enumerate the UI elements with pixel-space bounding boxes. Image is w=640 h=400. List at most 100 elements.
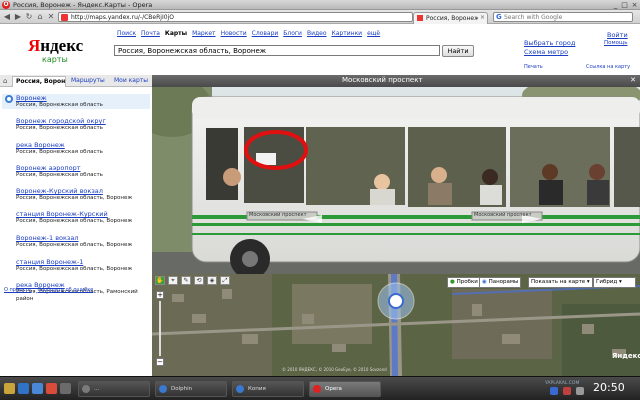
- fullscreen-tool-icon[interactable]: ⤢: [220, 276, 230, 285]
- print-link[interactable]: Печать: [524, 64, 543, 70]
- nav-link[interactable]: Поиск: [117, 30, 136, 37]
- left-panel-footer: О проекте Сообщить об ошибке: [4, 287, 93, 293]
- result-subtitle: Россия, Воронежская область: [16, 172, 103, 178]
- yandex-map-logo: Яндекс: [612, 352, 640, 360]
- zoom-out-button[interactable]: −: [156, 358, 164, 366]
- web-search-box[interactable]: G: [493, 12, 633, 22]
- address-url[interactable]: http://maps.yandex.ru/-/CBeRjI0jO: [71, 13, 174, 22]
- report-error-link[interactable]: Сообщить об ошибке: [37, 287, 93, 293]
- tab-routes[interactable]: Маршруты: [68, 76, 108, 87]
- result-title[interactable]: станция Воронеж-1: [16, 258, 152, 266]
- bus-sign-right: Московский проспект: [474, 212, 532, 218]
- show-on-map-dropdown[interactable]: Показать на карте ▾: [528, 277, 593, 288]
- login-link[interactable]: Войти: [607, 31, 628, 39]
- list-item[interactable]: Воронеж аэропорт Россия, Воронежская обл…: [16, 164, 152, 179]
- placemark-tool-icon[interactable]: ◈: [207, 276, 217, 285]
- list-item[interactable]: станция Воронеж-Курский Россия, Воронежс…: [16, 210, 152, 225]
- help-link[interactable]: Помощь: [604, 40, 627, 46]
- stop-icon[interactable]: ✕: [46, 12, 56, 22]
- ruler-tool-icon[interactable]: ✎: [181, 276, 191, 285]
- yandex-logo[interactable]: Яндекс карты: [28, 36, 83, 64]
- logo-letter: Я: [28, 36, 41, 55]
- list-item[interactable]: река Воронеж Россия, Воронежская область: [16, 141, 152, 156]
- start-menu-icon[interactable]: [4, 383, 15, 394]
- nav-link[interactable]: Новости: [221, 30, 247, 37]
- result-title[interactable]: Воронеж аэропорт: [16, 164, 152, 172]
- address-bar[interactable]: http://maps.yandex.ru/-/CBeRjI0jO: [58, 12, 413, 22]
- taskbar-item-terminal[interactable]: …: [78, 381, 150, 397]
- taskbar-item-copy[interactable]: Копия: [232, 381, 304, 397]
- home-icon[interactable]: ⌂: [35, 12, 45, 22]
- close-window-button[interactable]: ×: [630, 1, 639, 9]
- map-link[interactable]: Ссылка на карту: [586, 64, 630, 70]
- result-title[interactable]: Воронеж-Курский вокзал: [16, 187, 152, 195]
- nav-link[interactable]: Почта: [141, 30, 160, 37]
- list-item[interactable]: станция Воронеж-1 Россия, Воронежская об…: [16, 258, 152, 273]
- map-toolbar: ✋ ⌖ ✎ ⟲ ◈ ⤢ ● Пробки ◉ Панорамы Показать…: [152, 274, 640, 288]
- panoramas-toggle[interactable]: ◉ Панорамы: [479, 277, 522, 288]
- chevron-down-icon: ▾: [586, 279, 590, 285]
- nav-link[interactable]: Картинки: [332, 30, 363, 37]
- yandex-services-nav: Поиск Почта Карты Маркет Новости Словари Блоги…: [117, 30, 385, 37]
- result-title[interactable]: станция Воронеж-Курский: [16, 210, 152, 218]
- location-marker-icon: [5, 95, 13, 103]
- site-favicon-icon: [61, 14, 68, 21]
- list-item[interactable]: Воронеж-1 вокзал Россия, Воронежская обл…: [16, 234, 152, 249]
- forward-icon[interactable]: ▶: [13, 12, 23, 22]
- list-item[interactable]: Воронеж-Курский вокзал Россия, Воронежск…: [16, 187, 152, 202]
- taskbar-item-dolphin[interactable]: Dolphin: [155, 381, 227, 397]
- metro-scheme-link[interactable]: Схема метро: [524, 48, 568, 56]
- list-item[interactable]: Воронеж Россия, Воронежская область: [2, 94, 150, 109]
- list-item[interactable]: Воронеж городской округ Россия, Воронежс…: [16, 117, 152, 132]
- nav-link[interactable]: Словари: [252, 30, 279, 37]
- back-icon[interactable]: ◀: [2, 12, 12, 22]
- maximize-button[interactable]: □: [620, 1, 629, 9]
- hand-tool-icon[interactable]: ✋: [155, 276, 165, 285]
- clock[interactable]: 20:50: [593, 381, 625, 394]
- taskbar-item-opera[interactable]: Opera: [309, 381, 381, 397]
- launcher-icon[interactable]: [18, 383, 29, 394]
- street-panorama[interactable]: Московский проспект Московский проспект: [152, 87, 640, 274]
- nav-link[interactable]: Видео: [307, 30, 327, 37]
- panorama-title: Московский проспект: [342, 76, 423, 84]
- close-panorama-icon[interactable]: ✕: [630, 76, 636, 84]
- find-button[interactable]: Найти: [442, 45, 474, 57]
- launcher-icon[interactable]: [32, 383, 43, 394]
- panorama-icon: ◉: [482, 279, 487, 285]
- left-panel-tabs: ⌂ Россия, Воронеж Маршруты Мои карты: [0, 75, 152, 87]
- choose-city-link[interactable]: Выбрать город: [524, 39, 575, 47]
- satellite-map[interactable]: + − Яндекс © 2010 ЯНДЕКС, © 2010 GeoEye,…: [152, 274, 640, 376]
- zoom-slider[interactable]: [159, 301, 161, 356]
- traffic-toggle[interactable]: ● Пробки: [447, 277, 481, 288]
- home-icon[interactable]: ⌂: [3, 77, 7, 85]
- launcher-icon[interactable]: [60, 383, 71, 394]
- result-title[interactable]: Воронеж городской округ: [16, 117, 152, 125]
- minimize-button[interactable]: _: [611, 1, 620, 9]
- flag-icon[interactable]: [563, 387, 571, 395]
- window-title: Россия, Воронеж - Яндекс.Карты - Opera: [13, 1, 153, 9]
- result-title[interactable]: река Воронеж: [16, 141, 152, 149]
- tab-close-icon[interactable]: ×: [480, 14, 485, 21]
- measure-tool-icon[interactable]: ⌖: [168, 276, 178, 285]
- about-link[interactable]: О проекте: [4, 287, 31, 293]
- google-icon: G: [496, 13, 502, 21]
- opera-icon[interactable]: O: [2, 1, 10, 9]
- result-title[interactable]: Воронеж-1 вокзал: [16, 234, 152, 242]
- nav-link[interactable]: Блоги: [283, 30, 302, 37]
- tab-my-maps[interactable]: Мои карты: [111, 76, 151, 87]
- result-title[interactable]: Воронеж: [16, 94, 150, 102]
- nav-link[interactable]: Маркет: [192, 30, 215, 37]
- zoom-in-button[interactable]: +: [156, 291, 164, 299]
- reload-icon[interactable]: ↻: [24, 12, 34, 22]
- nav-link[interactable]: ещё: [367, 30, 380, 37]
- panorama-header: Московский проспект ✕: [152, 75, 640, 87]
- launcher-icon[interactable]: [46, 383, 57, 394]
- route-tool-icon[interactable]: ⟲: [194, 276, 204, 285]
- network-icon[interactable]: [550, 387, 558, 395]
- tab-search-results[interactable]: Россия, Воронеж: [12, 76, 66, 87]
- map-type-dropdown[interactable]: Гибрид ▾: [593, 277, 636, 288]
- browser-tab[interactable]: Россия, Воронеж... ×: [413, 12, 488, 24]
- map-search-input[interactable]: Россия, Воронежская область, Воронеж: [114, 45, 440, 56]
- web-search-input[interactable]: [504, 13, 629, 21]
- volume-icon[interactable]: [576, 387, 584, 395]
